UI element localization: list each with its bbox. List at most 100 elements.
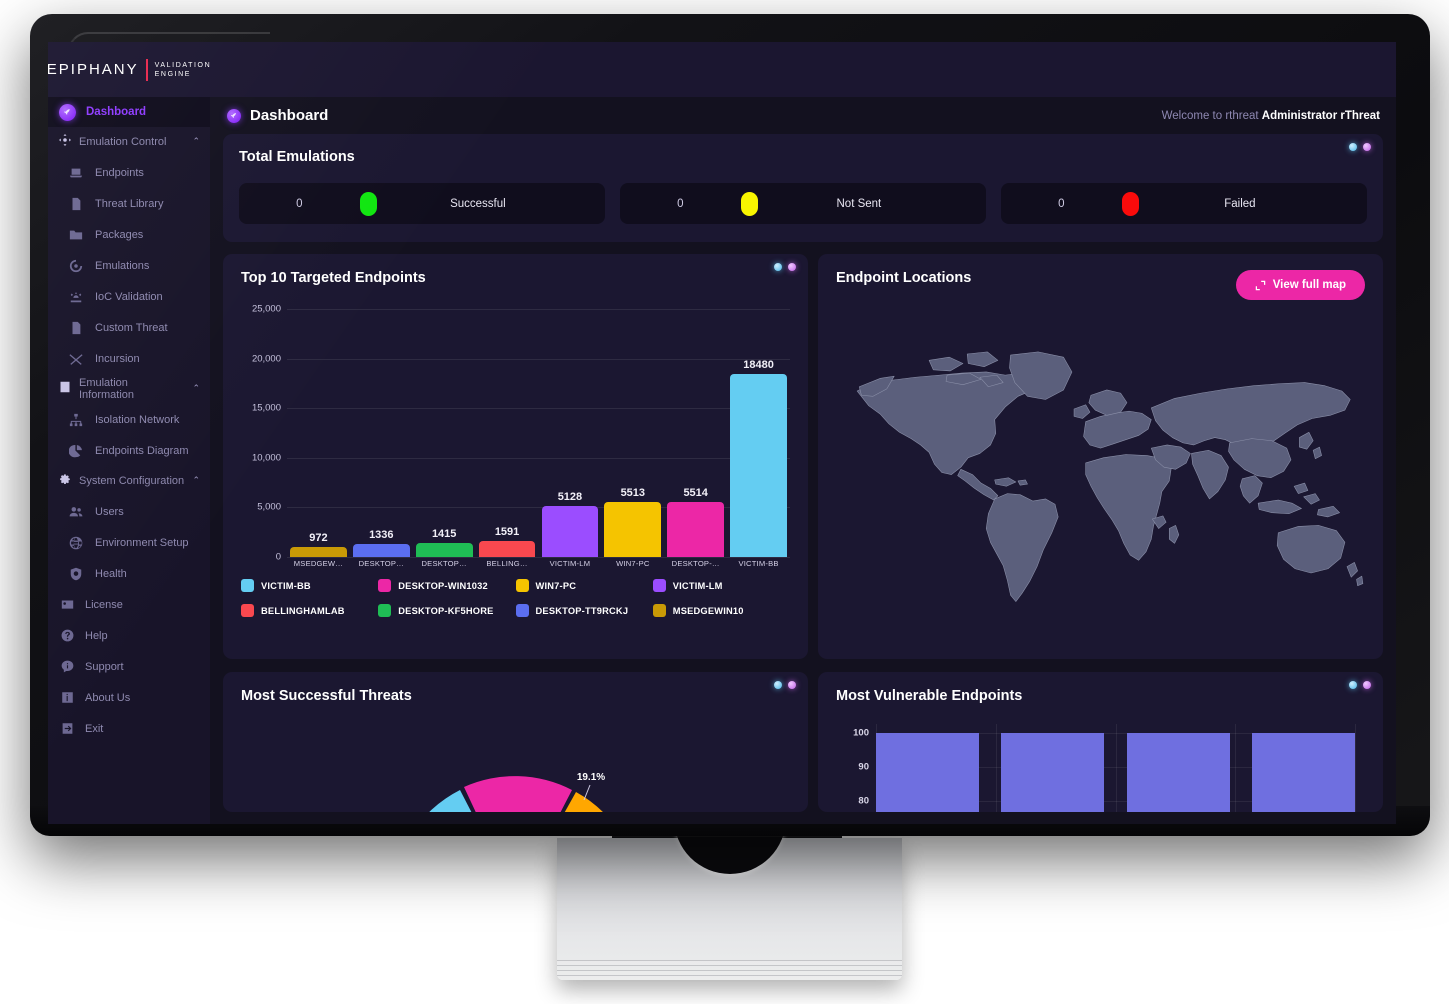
bar-rect[interactable] bbox=[478, 541, 536, 557]
bar-rect[interactable] bbox=[415, 542, 473, 557]
bar-value-label: 5128 bbox=[557, 491, 583, 504]
bar-value-label: 972 bbox=[309, 532, 328, 545]
sidebar-item-threat-library[interactable]: Threat Library bbox=[48, 188, 210, 219]
bar-chart-y-axis: 25,000 20,000 15,000 10,000 5,000 0 bbox=[241, 304, 287, 563]
sidebar-item-packages[interactable]: Packages bbox=[48, 219, 210, 250]
monitor-stand-base bbox=[557, 838, 902, 980]
vuln-bar[interactable] bbox=[1001, 733, 1105, 812]
bar-column[interactable]: 5514 bbox=[667, 309, 725, 557]
dot-purple-icon[interactable] bbox=[1363, 681, 1371, 689]
dot-cyan-icon[interactable] bbox=[1349, 143, 1357, 151]
sidebar-item-isolation-network[interactable]: Isolation Network bbox=[48, 404, 210, 435]
bar-column[interactable]: 5128 bbox=[541, 309, 599, 557]
bar-column[interactable]: 1591 bbox=[478, 309, 536, 557]
card-dots[interactable] bbox=[774, 681, 796, 689]
stat-not-sent[interactable]: 0 Not Sent bbox=[620, 183, 986, 224]
world-map[interactable] bbox=[836, 322, 1365, 642]
sidebar-item-health[interactable]: Health bbox=[48, 558, 210, 589]
stand-texture bbox=[557, 960, 902, 976]
legend-item[interactable]: VICTIM-LM bbox=[652, 579, 790, 592]
bar-rect[interactable] bbox=[290, 547, 347, 557]
sidebar-item-custom-threat[interactable]: Custom Threat bbox=[48, 312, 210, 343]
card-dots[interactable] bbox=[774, 263, 796, 271]
sidebar-item-ioc-validation[interactable]: IoC Validation bbox=[48, 281, 210, 312]
legend-label: VICTIM-BB bbox=[261, 580, 311, 591]
dot-purple-icon[interactable] bbox=[788, 263, 796, 271]
bar-x-label: WIN7-PC bbox=[616, 559, 650, 568]
legend-label: WIN7-PC bbox=[535, 580, 577, 591]
bar-rect[interactable] bbox=[352, 543, 410, 557]
bar-column[interactable]: 5513 bbox=[604, 309, 662, 557]
bar-column[interactable]: 1336 bbox=[352, 309, 410, 557]
laptop-icon bbox=[68, 166, 84, 180]
sidebar-item-dashboard[interactable]: Dashboard bbox=[48, 97, 210, 127]
sidebar-item-help[interactable]: Help bbox=[48, 620, 210, 651]
sidebar-item-label: Endpoints bbox=[95, 166, 144, 179]
legend-item[interactable]: DESKTOP-WIN1032 bbox=[378, 579, 515, 592]
folder-icon bbox=[68, 228, 84, 242]
card-dots[interactable] bbox=[1349, 143, 1371, 151]
stat-row: 0 Successful 0 Not Sent 0 Failed bbox=[239, 183, 1367, 224]
bar-rect[interactable] bbox=[730, 373, 787, 557]
sidebar-nav: Dashboard Emulation Control ⌃ Endpoints bbox=[48, 97, 210, 824]
sidebar-item-label: Emulations bbox=[95, 259, 150, 272]
bar-column[interactable]: 1415 bbox=[415, 309, 473, 557]
brand-sub-line2: ENGINE bbox=[154, 70, 192, 78]
chevron-up-icon[interactable]: ⌃ bbox=[192, 136, 200, 147]
sidebar-group-emulation-control[interactable]: Emulation Control ⌃ bbox=[48, 127, 210, 157]
bar-rect[interactable] bbox=[604, 502, 662, 557]
sidebar-group-emulation-information[interactable]: Emulation Information ⌃ bbox=[48, 374, 210, 404]
stat-failed[interactable]: 0 Failed bbox=[1001, 183, 1367, 224]
view-full-map-button[interactable]: View full map bbox=[1235, 270, 1365, 300]
view-full-map-label: View full map bbox=[1272, 279, 1346, 291]
legend-item[interactable]: DESKTOP-KF5HORE bbox=[378, 604, 515, 617]
sidebar-item-label: Isolation Network bbox=[95, 413, 180, 426]
sidebar-item-endpoints[interactable]: Endpoints bbox=[48, 157, 210, 188]
sidebar-item-license[interactable]: License bbox=[48, 589, 210, 620]
bar-rect[interactable] bbox=[667, 502, 725, 557]
y-tick: 90 bbox=[858, 761, 869, 773]
bar-rect[interactable] bbox=[541, 506, 599, 557]
card-dots[interactable] bbox=[1349, 681, 1371, 689]
sidebar-item-environment-setup[interactable]: Environment Setup bbox=[48, 527, 210, 558]
sidebar-item-endpoints-diagram[interactable]: Endpoints Diagram bbox=[48, 435, 210, 466]
dot-purple-icon[interactable] bbox=[1363, 143, 1371, 151]
chevron-up-icon[interactable]: ⌃ bbox=[192, 383, 200, 394]
vuln-bar[interactable] bbox=[876, 733, 979, 812]
legend-item[interactable]: BELLINGHAMLAB bbox=[241, 604, 378, 617]
welcome-message: Welcome to rthreat Administrator rThreat bbox=[1162, 110, 1380, 122]
network-icon bbox=[68, 413, 84, 427]
legend-item[interactable]: WIN7-PC bbox=[515, 579, 653, 592]
bar-value-label: 1591 bbox=[494, 526, 520, 539]
sidebar-group-system-configuration[interactable]: System Configuration ⌃ bbox=[48, 466, 210, 496]
y-tick: 15,000 bbox=[251, 402, 281, 414]
sidebar-item-incursion[interactable]: Incursion bbox=[48, 343, 210, 374]
dot-cyan-icon[interactable] bbox=[774, 681, 782, 689]
sidebar-item-about-us[interactable]: About Us bbox=[48, 682, 210, 713]
stat-successful[interactable]: 0 Successful bbox=[239, 183, 605, 224]
threats-pie-chart[interactable]: 20.9% 19.1% 19% bbox=[241, 730, 790, 812]
dot-purple-icon[interactable] bbox=[788, 681, 796, 689]
legend-item[interactable]: VICTIM-BB bbox=[241, 579, 378, 592]
gear-icon bbox=[59, 472, 71, 490]
legend-item[interactable]: MSEDGEWIN10 bbox=[652, 604, 790, 617]
sidebar-item-users[interactable]: Users bbox=[48, 496, 210, 527]
bar-series: 972 1336 1415 1591 5128 5513 5514 18480 bbox=[287, 309, 790, 557]
notebook-icon bbox=[59, 380, 71, 398]
vuln-bar[interactable] bbox=[1126, 733, 1230, 812]
bar-column[interactable]: 18480 bbox=[730, 309, 787, 557]
brand-divider bbox=[145, 58, 148, 81]
legend-item[interactable]: DESKTOP-TT9RCKJ bbox=[515, 604, 653, 617]
sidebar-item-support[interactable]: Support bbox=[48, 651, 210, 682]
bar-value-label: 18480 bbox=[743, 358, 774, 371]
main-area: Dashboard Welcome to rthreat Administrat… bbox=[210, 42, 1396, 824]
sidebar-item-exit[interactable]: Exit bbox=[48, 713, 210, 744]
dot-cyan-icon[interactable] bbox=[774, 263, 782, 271]
sidebar-item-emulations[interactable]: Emulations bbox=[48, 250, 210, 281]
chevron-up-icon[interactable]: ⌃ bbox=[192, 475, 200, 486]
radar-icon bbox=[68, 290, 84, 304]
vuln-bar[interactable] bbox=[1251, 733, 1355, 812]
bar-column[interactable]: 972 bbox=[290, 309, 347, 557]
dot-cyan-icon[interactable] bbox=[1349, 681, 1357, 689]
id-card-icon bbox=[59, 598, 75, 611]
